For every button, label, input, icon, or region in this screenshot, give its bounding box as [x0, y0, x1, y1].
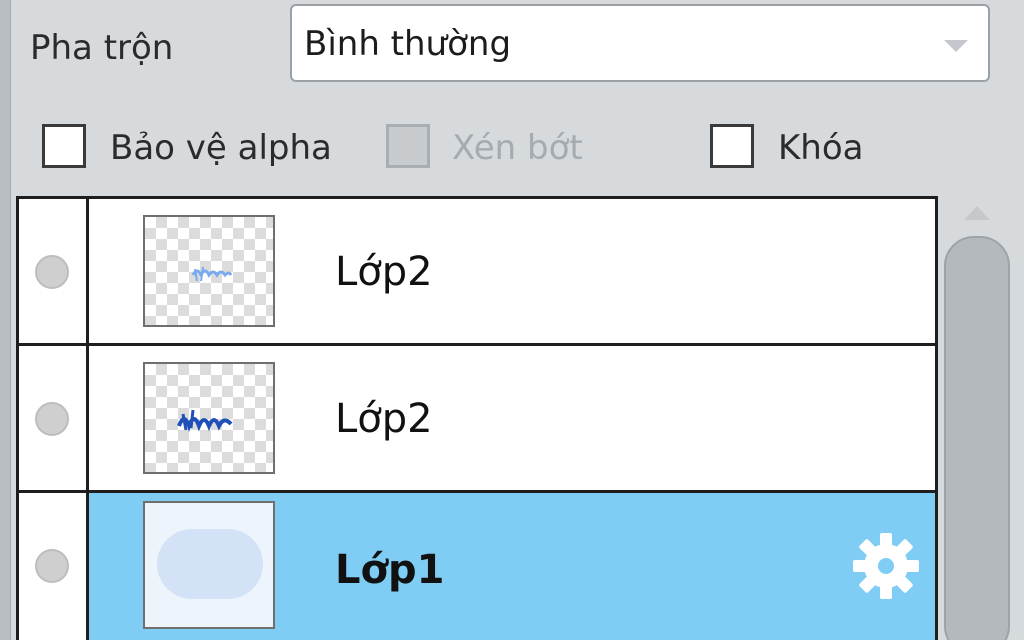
- clip-checkbox[interactable]: [386, 124, 430, 168]
- layer-name: Lớp2: [335, 396, 433, 442]
- visibility-cell[interactable]: [19, 493, 89, 640]
- layer-thumbnail: [143, 215, 275, 327]
- visibility-cell[interactable]: [19, 199, 89, 346]
- blend-mode-select[interactable]: Bình thường: [290, 4, 990, 82]
- layer-name: Lớp2: [335, 249, 433, 295]
- scrollbar-thumb[interactable]: [944, 236, 1010, 640]
- thumbnail-art: [191, 266, 233, 282]
- visibility-dot-icon[interactable]: [35, 402, 69, 436]
- panel-left-edge: [0, 0, 11, 640]
- visibility-dot-icon[interactable]: [35, 549, 69, 583]
- scroll-up-arrow-icon[interactable]: [964, 206, 990, 220]
- layer-row[interactable]: Lớp2: [19, 346, 935, 493]
- clip-label: Xén bớt: [452, 128, 583, 168]
- lock-label: Khóa: [778, 128, 864, 168]
- layer-row[interactable]: Lớp2: [19, 199, 935, 346]
- blend-mode-label: Pha trộn: [30, 28, 174, 68]
- layer-list: Lớp2 Lớp2 Lớp1: [16, 196, 938, 640]
- thumbnail-art: [177, 409, 233, 432]
- visibility-cell[interactable]: [19, 346, 89, 493]
- gear-icon[interactable]: [851, 531, 921, 601]
- blend-mode-value: Bình thường: [304, 24, 512, 64]
- layers-panel: Pha trộn Bình thường Bảo vệ alpha Xén bớ…: [0, 0, 1024, 640]
- protect-alpha-label: Bảo vệ alpha: [110, 128, 332, 168]
- chevron-down-icon: [944, 40, 968, 52]
- protect-alpha-checkbox[interactable]: [42, 124, 86, 168]
- thumbnail-cloud: [157, 529, 263, 599]
- layer-thumbnail: [143, 501, 275, 629]
- layer-options-row: Bảo vệ alpha Xén bớt Khóa: [0, 120, 1024, 176]
- lock-checkbox[interactable]: [710, 124, 754, 168]
- visibility-dot-icon[interactable]: [35, 255, 69, 289]
- layer-thumbnail: [143, 362, 275, 474]
- layer-list-scrollbar[interactable]: [940, 196, 1024, 640]
- layer-name: Lớp1: [335, 547, 445, 593]
- layer-row-selected[interactable]: Lớp1: [19, 493, 935, 640]
